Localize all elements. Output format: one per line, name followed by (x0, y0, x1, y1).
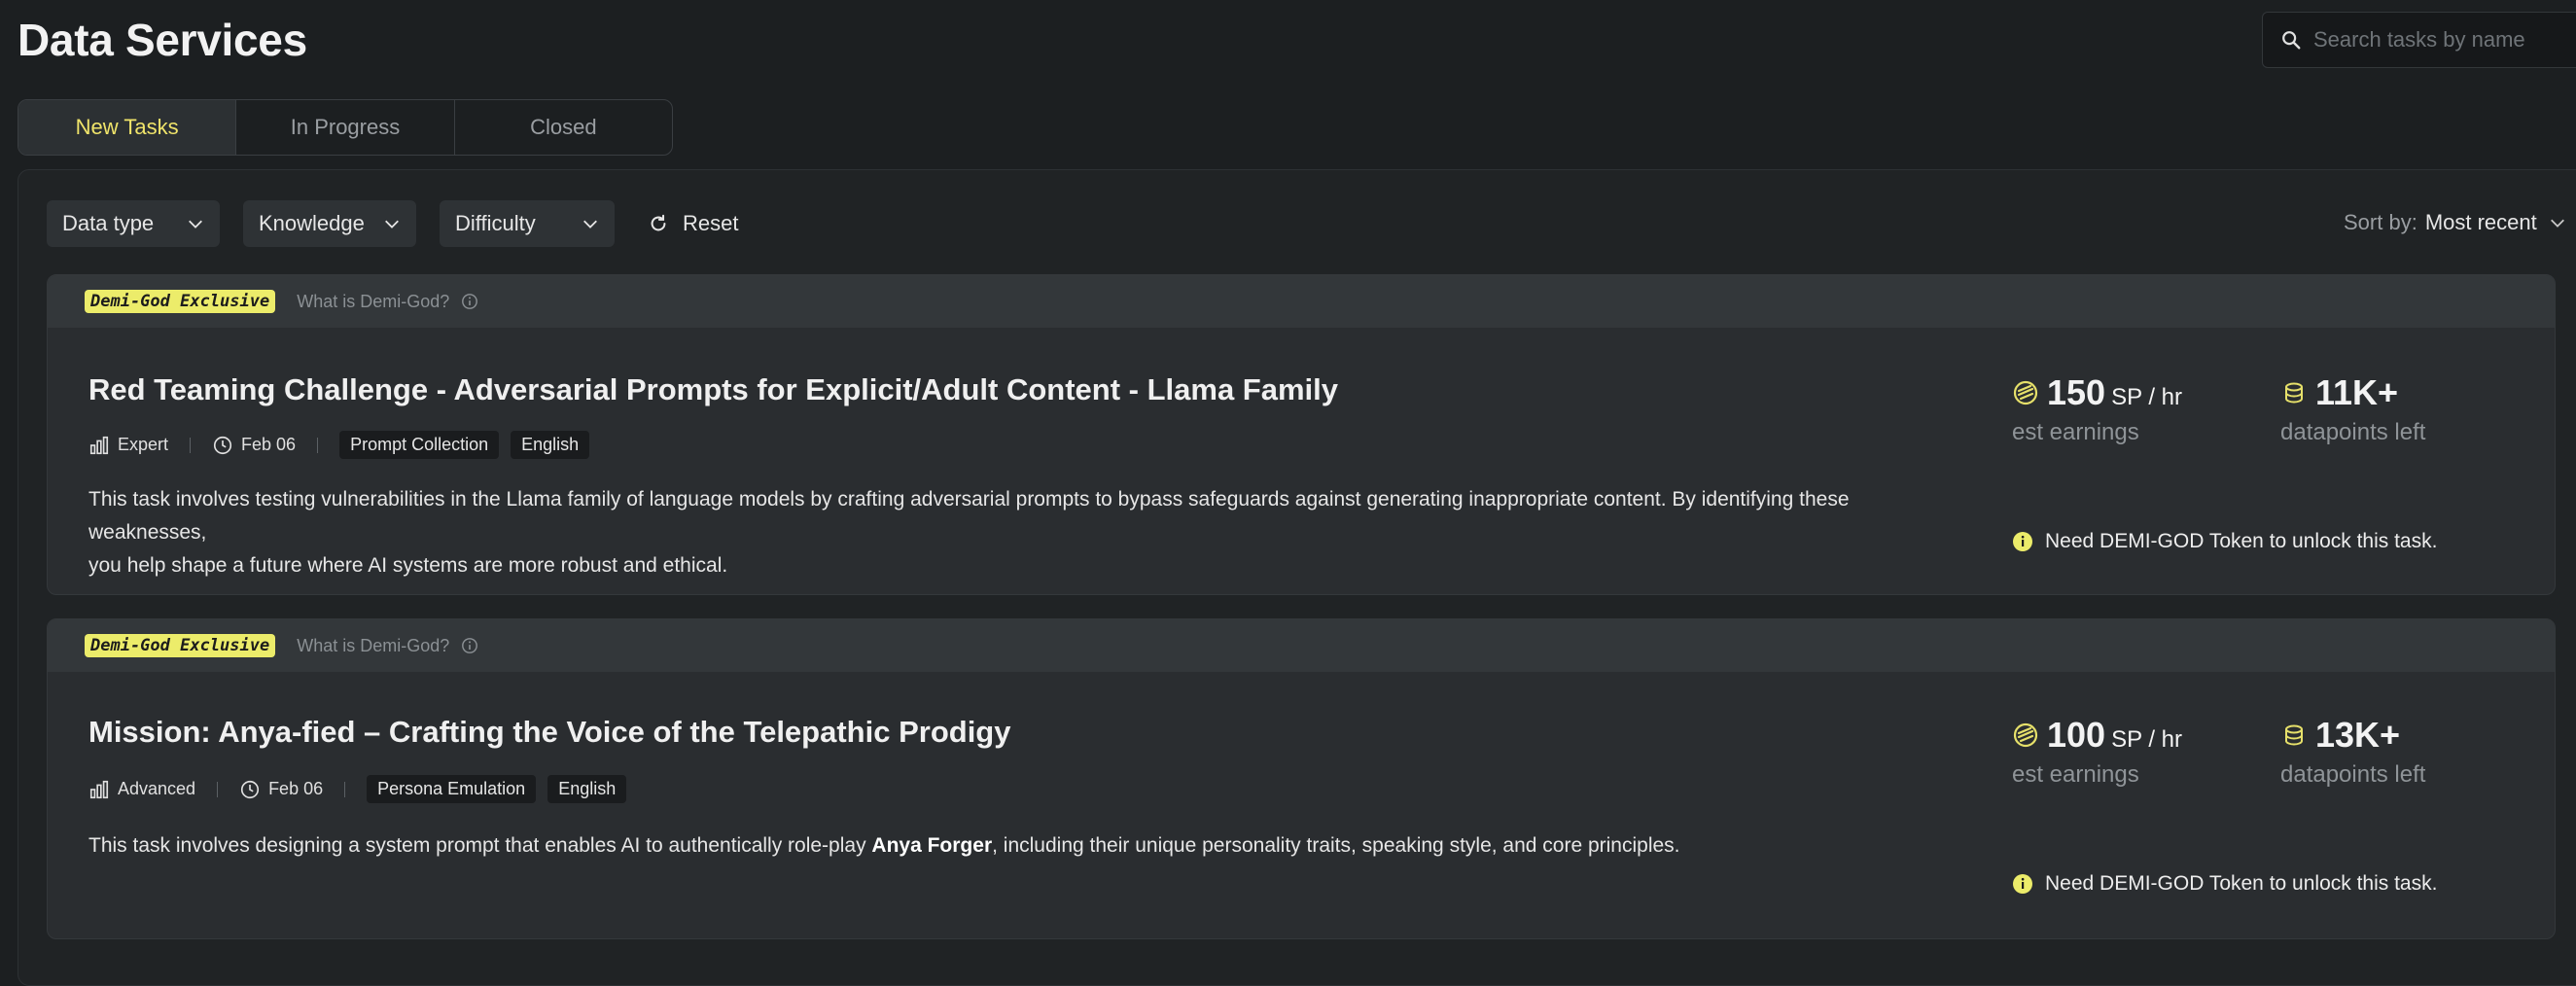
unlock-notice: Need DEMI-GOD Token to unlock this task. (2012, 530, 2437, 553)
what-is-demi-god-link[interactable]: What is Demi-God? (297, 636, 478, 656)
card-header: Demi-God Exclusive What is Demi-God? (48, 275, 2555, 328)
unlock-message: Need DEMI-GOD Token to unlock this task. (2045, 530, 2438, 552)
difficulty-filter-label: Difficulty (455, 211, 536, 235)
difficulty-level: Advanced (118, 779, 196, 798)
datapoints-label: datapoints left (2280, 419, 2426, 445)
earnings-value: 100 (2047, 715, 2106, 755)
unlock-notice: Need DEMI-GOD Token to unlock this task. (2012, 872, 2437, 896)
tab-in-progress[interactable]: In Progress (236, 100, 455, 155)
search-input[interactable] (2311, 26, 2568, 53)
datapoints-value: 11K+ (2315, 372, 2399, 412)
divider (317, 437, 319, 453)
clock-icon (240, 780, 260, 798)
tab-closed[interactable]: Closed (455, 100, 672, 155)
datapoints-stat: 13K+ datapoints left (2280, 715, 2425, 789)
database-icon (2285, 382, 2303, 404)
task-card[interactable]: Demi-God Exclusive What is Demi-God? Red… (47, 274, 2556, 595)
sort-value: Most recent (2424, 210, 2537, 234)
task-description: This task involves testing vulnerabiliti… (88, 483, 1965, 582)
what-is-demi-god-link[interactable]: What is Demi-God? (297, 292, 478, 312)
task-tag: English (547, 775, 627, 803)
task-tag: Prompt Collection (339, 431, 500, 459)
data-type-filter[interactable]: Data type (47, 200, 220, 247)
divider (344, 781, 346, 797)
task-title[interactable]: Red Teaming Challenge - Adversarial Prom… (88, 372, 1338, 407)
difficulty-filter[interactable]: Difficulty (440, 200, 615, 247)
persona-name: Anya Forger (871, 834, 993, 857)
tab-new-tasks[interactable]: New Tasks (18, 100, 237, 155)
info-filled-icon (2013, 532, 2032, 551)
search-icon (2282, 31, 2301, 50)
refresh-icon (651, 214, 666, 231)
task-description-line: you help shape a future where AI systems… (88, 554, 728, 577)
task-card[interactable]: Demi-God Exclusive What is Demi-God? Mis… (47, 618, 2556, 939)
coin-icon (2013, 722, 2038, 748)
datapoints-stat: 11K+ datapoints left (2280, 372, 2425, 446)
filter-bar: Data type Knowledge Difficulty Reset (47, 200, 738, 247)
task-meta: Expert Feb 06 Prompt Collection English (88, 431, 601, 459)
task-description-text: This task involves designing a system pr… (88, 834, 872, 857)
divider (190, 437, 192, 453)
reset-label: Reset (683, 211, 739, 235)
earnings-stat: 150 SP / hr est earnings (2012, 372, 2182, 446)
info-icon (462, 638, 478, 653)
unlock-message: Need DEMI-GOD Token to unlock this task. (2045, 872, 2438, 895)
task-tag: English (511, 431, 590, 459)
datapoints-label: datapoints left (2280, 761, 2426, 788)
earnings-label: est earnings (2012, 761, 2139, 788)
reset-button[interactable]: Reset (648, 211, 738, 236)
earnings-unit: SP / hr (2111, 384, 2183, 410)
knowledge-filter-label: Knowledge (259, 211, 365, 235)
chevron-down-icon (2550, 219, 2564, 228)
task-tabs: New Tasks In Progress Closed (18, 99, 673, 156)
task-title[interactable]: Mission: Anya-fied – Crafting the Voice … (88, 715, 1010, 750)
datapoints-value: 13K+ (2315, 715, 2401, 755)
bar-chart-icon (89, 780, 109, 798)
search-box[interactable] (2262, 12, 2576, 68)
sort-label: Sort by: (2344, 210, 2417, 234)
what-is-demi-god-label: What is Demi-God? (297, 635, 450, 655)
info-icon (462, 294, 478, 309)
sort-dropdown[interactable]: Sort by: Most recent (2344, 210, 2566, 235)
task-date: Feb 06 (268, 779, 324, 798)
task-tag: Persona Emulation (367, 775, 537, 803)
demi-god-badge: Demi-God Exclusive (85, 290, 276, 313)
data-type-filter-label: Data type (62, 211, 155, 235)
demi-god-badge: Demi-God Exclusive (85, 634, 276, 657)
knowledge-filter[interactable]: Knowledge (243, 200, 416, 247)
task-date: Feb 06 (241, 435, 297, 454)
chevron-down-icon (189, 220, 202, 229)
difficulty-level: Expert (118, 435, 169, 454)
task-description-text: , including their unique personality tra… (992, 834, 1680, 857)
what-is-demi-god-label: What is Demi-God? (297, 291, 450, 311)
earnings-unit: SP / hr (2111, 726, 2183, 753)
earnings-stat: 100 SP / hr est earnings (2012, 715, 2182, 789)
page-title: Data Services (18, 15, 307, 65)
card-header: Demi-God Exclusive What is Demi-God? (48, 619, 2555, 672)
task-description: This task involves designing a system pr… (88, 829, 1965, 863)
chevron-down-icon (583, 220, 597, 229)
task-description-line: This task involves testing vulnerabiliti… (88, 488, 1850, 544)
chevron-down-icon (385, 220, 399, 229)
info-filled-icon (2013, 874, 2032, 894)
earnings-value: 150 (2047, 372, 2106, 412)
database-icon (2285, 724, 2303, 746)
earnings-label: est earnings (2012, 419, 2139, 445)
divider (217, 781, 219, 797)
task-meta: Advanced Feb 06 Persona Emulation Englis… (88, 775, 638, 803)
bar-chart-icon (89, 436, 109, 454)
coin-icon (2013, 380, 2038, 405)
clock-icon (213, 436, 232, 454)
